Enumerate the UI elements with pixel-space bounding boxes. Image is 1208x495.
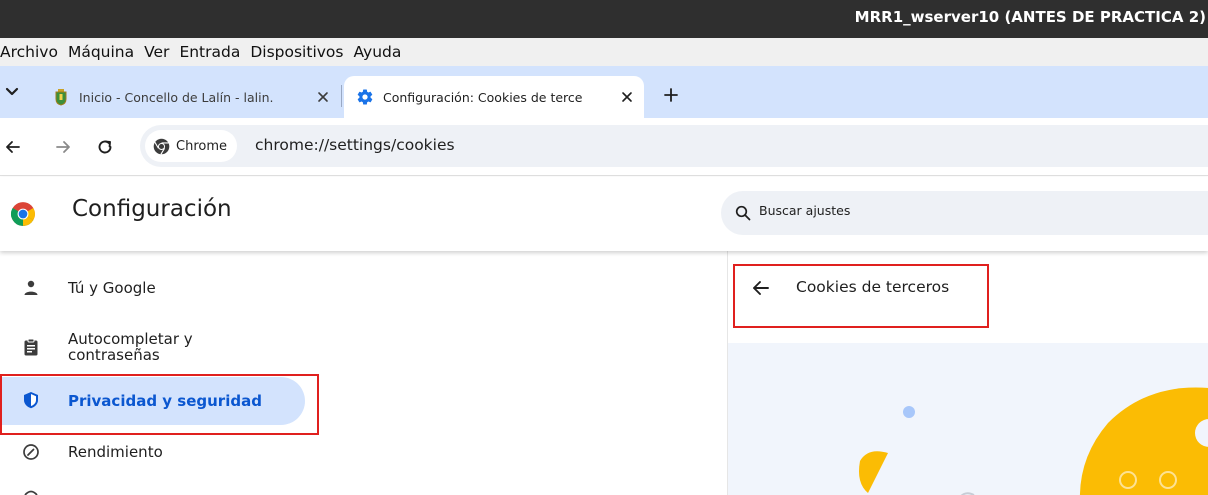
forward-button[interactable] xyxy=(50,134,76,160)
tab-configuracion-cookies[interactable]: Configuración: Cookies de terce xyxy=(344,76,644,118)
close-icon xyxy=(318,92,328,102)
vm-menubar: Archivo Máquina Ver Entrada Dispositivos… xyxy=(0,38,1208,66)
arrow-left-icon xyxy=(753,281,769,295)
sidebar-item-label: Privacidad y seguridad xyxy=(68,392,262,410)
illustration-cookie xyxy=(1079,387,1208,495)
back-button[interactable] xyxy=(0,134,26,160)
tab-inicio-lalin[interactable]: Inicio - Concello de Lalín - lalin. xyxy=(40,76,340,118)
chevron-down-icon xyxy=(5,87,19,96)
cookie-illustration-graphic xyxy=(859,387,1208,495)
url-text[interactable]: chrome://settings/cookies xyxy=(255,136,455,154)
vm-window-titlebar: MRR1_wserver10 (ANTES DE PRACTICA 2) xyxy=(0,0,1208,38)
reload-icon xyxy=(98,140,112,154)
sidebar-item-tu-y-google[interactable]: Tú y Google xyxy=(0,271,305,305)
sidebar-item-autocompletar[interactable]: Autocompletar y contraseñas xyxy=(0,325,305,369)
tab-label: Inicio - Concello de Lalín - lalin. xyxy=(79,89,274,105)
sidebar-item-privacidad[interactable]: Privacidad y seguridad xyxy=(0,377,305,425)
plus-icon xyxy=(664,88,678,102)
speedometer-icon xyxy=(23,444,39,460)
address-bar[interactable]: Chrome chrome://settings/cookies xyxy=(140,125,1208,167)
menu-entrada[interactable]: Entrada xyxy=(174,39,245,65)
sidebar-item-label: Tú y Google xyxy=(68,279,156,297)
tab-label: Configuración: Cookies de terce xyxy=(383,89,583,105)
partial-sidebar-icon xyxy=(24,490,38,495)
search-input[interactable] xyxy=(759,203,1159,218)
sidebar-item-rendimiento[interactable]: Rendimiento xyxy=(0,435,305,469)
illustration-dot xyxy=(903,406,915,418)
tab-strip: Inicio - Concello de Lalín - lalin. Conf… xyxy=(0,66,1208,118)
subpage-back-button[interactable] xyxy=(750,277,772,299)
gear-icon xyxy=(357,89,373,105)
menu-maquina[interactable]: Máquina xyxy=(63,39,139,65)
reload-button[interactable] xyxy=(92,134,118,160)
town-crest-icon xyxy=(55,89,67,106)
search-icon xyxy=(735,205,751,221)
chrome-logo-icon xyxy=(11,202,35,226)
sidebar-item-label: Autocompletar y contraseñas xyxy=(68,331,193,363)
arrow-left-icon xyxy=(6,141,20,153)
chrome-site-chip[interactable]: Chrome xyxy=(145,130,237,162)
sidebar-item-label: Rendimiento xyxy=(68,443,163,461)
arrow-right-icon xyxy=(56,141,70,153)
settings-sidebar: Tú y Google Autocompletar y contraseñas … xyxy=(0,251,718,495)
new-tab-button[interactable] xyxy=(658,82,684,108)
sidebar-item-label-line2: contraseñas xyxy=(68,346,160,364)
close-icon xyxy=(622,92,632,102)
chip-label: Chrome xyxy=(176,138,227,154)
browser-toolbar: Chrome chrome://settings/cookies xyxy=(0,118,1208,176)
shield-icon xyxy=(24,392,38,409)
cookies-illustration xyxy=(728,343,1208,495)
illustration-cookie-crumb xyxy=(859,451,888,493)
person-icon xyxy=(24,280,38,295)
subpage-title: Cookies de terceros xyxy=(796,278,950,296)
tab-separator xyxy=(341,85,342,107)
menu-archivo[interactable]: Archivo xyxy=(0,39,63,65)
chrome-logo-icon xyxy=(153,138,170,155)
vm-window-title: MRR1_wserver10 (ANTES DE PRACTICA 2) xyxy=(854,8,1206,26)
settings-main-panel: Cookies de terceros xyxy=(727,251,1208,495)
tab-close-button[interactable] xyxy=(310,84,336,110)
clipboard-icon xyxy=(24,338,38,356)
menu-ayuda[interactable]: Ayuda xyxy=(348,39,406,65)
page-title: Configuración xyxy=(72,196,232,222)
menu-dispositivos[interactable]: Dispositivos xyxy=(245,39,348,65)
settings-search[interactable] xyxy=(721,191,1208,235)
menu-ver[interactable]: Ver xyxy=(139,39,174,65)
settings-header: Configuración xyxy=(0,177,1208,251)
tab-close-button[interactable] xyxy=(614,84,640,110)
tab-search-dropdown[interactable] xyxy=(2,80,22,102)
